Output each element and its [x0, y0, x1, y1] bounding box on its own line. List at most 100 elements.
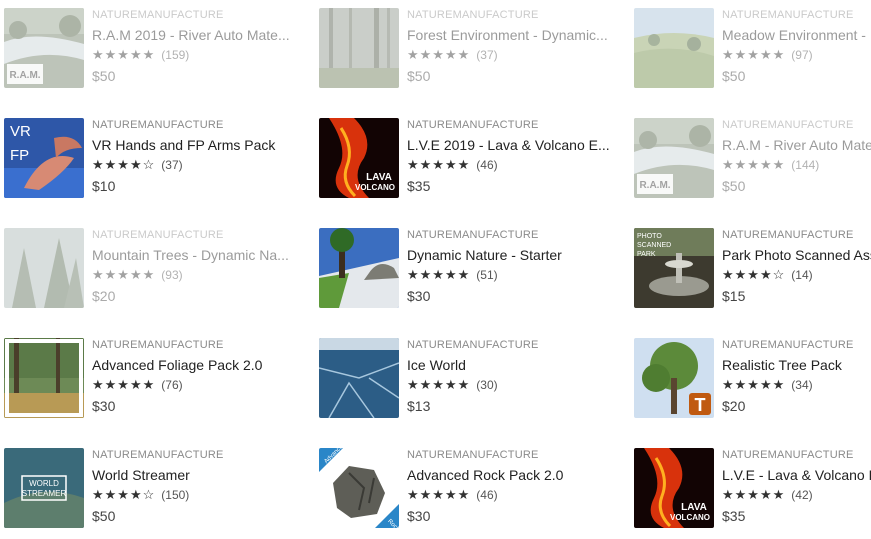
asset-info: NATUREMANUFACTURE Forest Environment - D…: [407, 8, 619, 85]
tree-thumbnail[interactable]: T: [634, 338, 714, 418]
asset-title-link[interactable]: Park Photo Scanned Ass: [722, 246, 871, 264]
rating: ★★★★★ (144): [722, 158, 871, 173]
asset-card[interactable]: Advanced Rock NATUREMANUFACTURE Advanced…: [319, 448, 619, 530]
star-rating-icon: ★★★★☆: [92, 157, 156, 172]
review-count: (51): [476, 268, 498, 282]
svg-text:VOLCANO: VOLCANO: [670, 513, 710, 522]
publisher-link[interactable]: NATUREMANUFACTURE: [407, 338, 619, 352]
price: $30: [407, 508, 431, 524]
asset-card[interactable]: R.A.M. NATUREMANUFACTURE R.A.M - River A…: [634, 118, 871, 200]
lava-thumbnail[interactable]: LAVA VOLCANO: [634, 448, 714, 528]
asset-info: NATUREMANUFACTURE L.V.E 2019 - Lava & Vo…: [407, 118, 619, 195]
star-rating-icon: ★★★★★: [722, 377, 786, 392]
park-fountain-thumbnail[interactable]: PHOTO SCANNED PARK: [634, 228, 714, 308]
foliage-thumbnail[interactable]: [4, 338, 84, 418]
asset-card[interactable]: LAVA VOLCANO NATUREMANUFACTURE L.V.E - L…: [634, 448, 871, 530]
asset-title-link[interactable]: VR Hands and FP Arms Pack: [92, 136, 304, 154]
rating: ★★★★★ (159): [92, 48, 304, 63]
asset-info: NATUREMANUFACTURE Advanced Foliage Pack …: [92, 338, 304, 415]
publisher-link[interactable]: NATUREMANUFACTURE: [722, 338, 871, 352]
star-rating-icon: ★★★★★: [407, 157, 471, 172]
asset-info: NATUREMANUFACTURE Park Photo Scanned Ass…: [722, 228, 871, 305]
rock-thumbnail[interactable]: Advanced Rock: [319, 448, 399, 528]
publisher-link[interactable]: NATUREMANUFACTURE: [722, 8, 871, 22]
publisher-link[interactable]: NATUREMANUFACTURE: [407, 228, 619, 242]
svg-text:T: T: [695, 395, 706, 415]
asset-info: NATUREMANUFACTURE L.V.E - Lava & Volcano…: [722, 448, 871, 525]
asset-card[interactable]: LAVA VOLCANO NATUREMANUFACTURE L.V.E 201…: [319, 118, 619, 200]
asset-card[interactable]: NATUREMANUFACTURE Advanced Foliage Pack …: [4, 338, 304, 420]
svg-text:STREAMER: STREAMER: [22, 489, 67, 498]
asset-card[interactable]: NATUREMANUFACTURE Ice World ★★★★★ (30) $1…: [319, 338, 619, 420]
rating: ★★★★★ (51): [407, 268, 619, 283]
publisher-link[interactable]: NATUREMANUFACTURE: [722, 448, 871, 462]
vr-hands-thumbnail[interactable]: VR FP: [4, 118, 84, 198]
lava-thumbnail[interactable]: LAVA VOLCANO: [319, 118, 399, 198]
asset-info: NATUREMANUFACTURE Ice World ★★★★★ (30) $1…: [407, 338, 619, 415]
star-rating-icon: ★★★★☆: [722, 267, 786, 282]
asset-card[interactable]: NATUREMANUFACTURE Meadow Environment - D…: [634, 8, 871, 90]
asset-title-link[interactable]: R.A.M 2019 - River Auto Mate...: [92, 26, 304, 44]
review-count: (97): [791, 48, 813, 62]
asset-title-link[interactable]: World Streamer: [92, 466, 304, 484]
ram-river-thumbnail[interactable]: R.A.M.: [634, 118, 714, 198]
price: $30: [407, 288, 431, 304]
dynamic-nature-thumbnail[interactable]: [319, 228, 399, 308]
asset-title-link[interactable]: Advanced Rock Pack 2.0: [407, 466, 619, 484]
asset-info: NATUREMANUFACTURE Mountain Trees - Dynam…: [92, 228, 304, 305]
svg-text:WORLD: WORLD: [29, 479, 59, 488]
asset-title-link[interactable]: Forest Environment - Dynamic...: [407, 26, 619, 44]
asset-title-link[interactable]: Mountain Trees - Dynamic Na...: [92, 246, 304, 264]
forest-thumbnail[interactable]: [319, 8, 399, 88]
publisher-link[interactable]: NATUREMANUFACTURE: [407, 8, 619, 22]
asset-info: NATUREMANUFACTURE Meadow Environment - D…: [722, 8, 871, 85]
star-rating-icon: ★★★★★: [407, 377, 471, 392]
asset-title-link[interactable]: Realistic Tree Pack: [722, 356, 871, 374]
asset-card[interactable]: NATUREMANUFACTURE Dynamic Nature - Start…: [319, 228, 619, 310]
asset-info: NATUREMANUFACTURE Realistic Tree Pack ★★…: [722, 338, 871, 415]
asset-card[interactable]: R.A.M. NATUREMANUFACTURE R.A.M 2019 - Ri…: [4, 8, 304, 90]
review-count: (159): [161, 48, 190, 62]
asset-info: NATUREMANUFACTURE VR Hands and FP Arms P…: [92, 118, 304, 195]
publisher-link[interactable]: NATUREMANUFACTURE: [407, 448, 619, 462]
price: $35: [407, 178, 431, 194]
publisher-link[interactable]: NATUREMANUFACTURE: [407, 118, 619, 132]
star-rating-icon: ★★★★★: [722, 47, 786, 62]
review-count: (37): [476, 48, 498, 62]
asset-card[interactable]: T NATUREMANUFACTURE Realistic Tree Pack …: [634, 338, 871, 420]
asset-title-link[interactable]: L.V.E - Lava & Volcano E: [722, 466, 871, 484]
asset-info: NATUREMANUFACTURE Advanced Rock Pack 2.0…: [407, 448, 619, 525]
asset-card[interactable]: PHOTO SCANNED PARK NATUREMANUFACTURE Par…: [634, 228, 871, 310]
asset-card[interactable]: NATUREMANUFACTURE Forest Environment - D…: [319, 8, 619, 90]
publisher-link[interactable]: NATUREMANUFACTURE: [92, 338, 304, 352]
publisher-link[interactable]: NATUREMANUFACTURE: [92, 448, 304, 462]
asset-title-link[interactable]: Advanced Foliage Pack 2.0: [92, 356, 304, 374]
asset-info: NATUREMANUFACTURE World Streamer ★★★★☆ (1…: [92, 448, 304, 525]
world-streamer-thumbnail[interactable]: WORLD STREAMER: [4, 448, 84, 528]
rating: ★★★★☆ (150): [92, 488, 304, 503]
asset-title-link[interactable]: R.A.M - River Auto Mater: [722, 136, 871, 154]
mountain-trees-thumbnail[interactable]: [4, 228, 84, 308]
asset-title-link[interactable]: L.V.E 2019 - Lava & Volcano E...: [407, 136, 619, 154]
ram-river-thumbnail[interactable]: R.A.M.: [4, 8, 84, 88]
asset-title-link[interactable]: Meadow Environment - D: [722, 26, 871, 44]
rating: ★★★★★ (37): [407, 48, 619, 63]
publisher-link[interactable]: NATUREMANUFACTURE: [92, 228, 304, 242]
rating: ★★★★★ (76): [92, 378, 304, 393]
review-count: (37): [161, 158, 183, 172]
asset-card[interactable]: NATUREMANUFACTURE Mountain Trees - Dynam…: [4, 228, 304, 310]
asset-title-link[interactable]: Ice World: [407, 356, 619, 374]
asset-title-link[interactable]: Dynamic Nature - Starter: [407, 246, 619, 264]
meadow-thumbnail[interactable]: [634, 8, 714, 88]
svg-text:PHOTO: PHOTO: [637, 233, 662, 240]
publisher-link[interactable]: NATUREMANUFACTURE: [722, 228, 871, 242]
review-count: (150): [161, 488, 190, 502]
publisher-link[interactable]: NATUREMANUFACTURE: [722, 118, 871, 132]
publisher-link[interactable]: NATUREMANUFACTURE: [92, 8, 304, 22]
asset-card[interactable]: WORLD STREAMER NATUREMANUFACTURE World S…: [4, 448, 304, 530]
price: $35: [722, 508, 746, 524]
asset-card[interactable]: VR FP NATUREMANUFACTURE VR Hands and FP …: [4, 118, 304, 200]
publisher-link[interactable]: NATUREMANUFACTURE: [92, 118, 304, 132]
ice-thumbnail[interactable]: [319, 338, 399, 418]
price: $50: [92, 68, 116, 84]
